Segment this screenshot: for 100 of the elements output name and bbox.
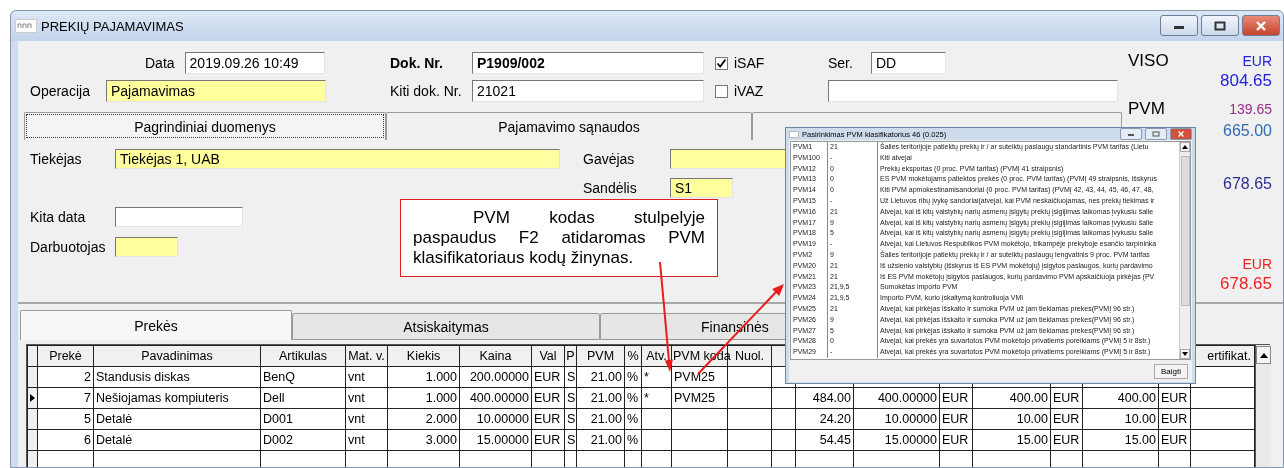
scroll-thumb[interactable] <box>1180 155 1190 306</box>
total-amount: 665.00 <box>1223 122 1272 140</box>
table-cell: BenQ <box>260 366 346 388</box>
tab[interactable]: Atsiskaitymas <box>292 313 600 340</box>
close-button[interactable] <box>1242 15 1280 36</box>
table-cell: vnt <box>345 408 388 430</box>
checkbox[interactable] <box>715 56 728 70</box>
table-cell: vnt <box>345 387 388 409</box>
table-cell: Detalė <box>93 429 261 451</box>
table-cell: 21.00 <box>576 387 625 409</box>
other-document-field[interactable]: 21021 <box>472 80 704 102</box>
table-cell: 24.20 <box>795 408 854 430</box>
table-cell: 10.00 <box>1082 408 1159 430</box>
date-label: Data <box>145 55 175 71</box>
column-header: Pavadinimas <box>93 345 261 367</box>
table-cell: EUR <box>531 366 565 388</box>
maximize-button[interactable] <box>1201 15 1239 36</box>
table-cell: EUR <box>531 429 565 451</box>
table-cell: EUR <box>1050 408 1083 430</box>
table-cell: Detalė <box>93 408 261 430</box>
supplier-field[interactable]: Tiekėjas 1, UAB <box>115 149 560 169</box>
scroll-up-button[interactable] <box>1180 142 1190 152</box>
supplier-label: Tiekėjas <box>30 151 82 167</box>
document-number-label: Dok. Nr. <box>390 55 444 71</box>
table-cell: EUR <box>1158 387 1191 409</box>
close-icon <box>1255 20 1267 31</box>
operation-label: Operacija <box>30 83 91 99</box>
table-cell: EUR <box>1158 429 1191 451</box>
app-icon <box>15 19 37 33</box>
table-cell: 400.00 <box>972 387 1051 409</box>
table-cell: 400.00000 <box>853 387 940 409</box>
recipient-label: Gavėjas <box>583 151 635 167</box>
minimize-button[interactable] <box>1120 128 1142 140</box>
series-field[interactable]: DD <box>871 52 946 74</box>
table-cell: % <box>624 429 642 451</box>
finish-button[interactable]: Baigti <box>1154 364 1188 379</box>
app-icon <box>789 130 799 138</box>
other-date-field[interactable] <box>115 207 243 227</box>
table-cell: 15.00 <box>972 429 1051 451</box>
table-cell: 400.00000 <box>459 387 532 409</box>
table-cell: EUR <box>1050 387 1083 409</box>
table-cell: 21.00 <box>576 408 625 430</box>
series-label: Ser. <box>828 55 854 71</box>
column-header: Kaina <box>459 345 532 367</box>
table-cell: % <box>624 366 642 388</box>
table-cell: EUR <box>939 387 973 409</box>
table-cell: 54.45 <box>795 429 854 451</box>
column-header: Artikulas <box>260 345 346 367</box>
table-cell: S <box>564 429 577 451</box>
table-cell: 21.00 <box>576 366 625 388</box>
table-cell: 21.00 <box>576 429 625 451</box>
table-cell: EUR <box>531 387 565 409</box>
table-cell: 10.00 <box>972 408 1051 430</box>
table-cell: 484.00 <box>795 387 854 409</box>
close-icon <box>1177 131 1185 137</box>
table-cell: 15.00000 <box>853 429 940 451</box>
table-cell: D002 <box>260 429 346 451</box>
table-cell: Dell <box>260 387 346 409</box>
employee-label: Darbuotojas <box>30 239 106 255</box>
table-cell: S <box>564 408 577 430</box>
table-cell: EUR <box>1050 429 1083 451</box>
table-cell: Nešiojamas kompiuteris <box>93 387 261 409</box>
tab[interactable]: Pajamavimo sąnaudos <box>386 112 752 140</box>
table-cell: vnt <box>345 366 388 388</box>
table-cell: EUR <box>531 408 565 430</box>
tab[interactable]: Prekės <box>20 310 292 340</box>
table-cell: 2 <box>37 366 94 388</box>
employee-field[interactable] <box>115 237 178 257</box>
checkbox[interactable] <box>715 84 728 98</box>
table-cell: 400.00 <box>1082 387 1159 409</box>
table-cell: 15.00000 <box>459 429 532 451</box>
text-field[interactable] <box>828 80 1118 102</box>
document-number-field[interactable]: P1909/002 <box>472 52 704 74</box>
date-field[interactable]: 2019.09.26 10:49 <box>184 52 325 74</box>
close-button[interactable] <box>1170 128 1192 140</box>
table-cell: EUR <box>1158 408 1191 430</box>
table-cell: 3.000 <box>387 429 460 451</box>
warehouse-field[interactable]: S1 <box>670 178 733 198</box>
other-date-label: Kita data <box>30 209 86 225</box>
table-cell: D001 <box>260 408 346 430</box>
window-title: PREKIŲ PAJAMAVIMAS <box>41 18 185 34</box>
table-cell: 15.00 <box>1082 429 1159 451</box>
table-cell: PVM25 <box>671 387 728 409</box>
tab[interactable]: Pagrindiniai duomenys <box>24 112 386 140</box>
minimize-button[interactable] <box>1160 15 1198 36</box>
table-cell: EUR <box>939 429 973 451</box>
checkbox-label: iSAF <box>734 55 765 71</box>
table-cell: 7 <box>37 387 94 409</box>
scroll-down-button[interactable] <box>1180 349 1190 359</box>
table-cell: 1.000 <box>387 387 460 409</box>
column-header: PVM <box>576 345 625 367</box>
column-header: Prekė <box>37 345 94 367</box>
table-cell: 6 <box>37 429 94 451</box>
other-document-label: Kiti dok. Nr. <box>390 83 463 99</box>
table-cell: S <box>564 366 577 388</box>
operation-field[interactable]: Pajamavimas <box>106 80 326 102</box>
column-header: Mat. v. <box>345 345 388 367</box>
currency-label: EUR <box>1242 53 1272 69</box>
scroll-up-button[interactable] <box>1256 346 1271 364</box>
maximize-icon <box>1152 131 1160 137</box>
